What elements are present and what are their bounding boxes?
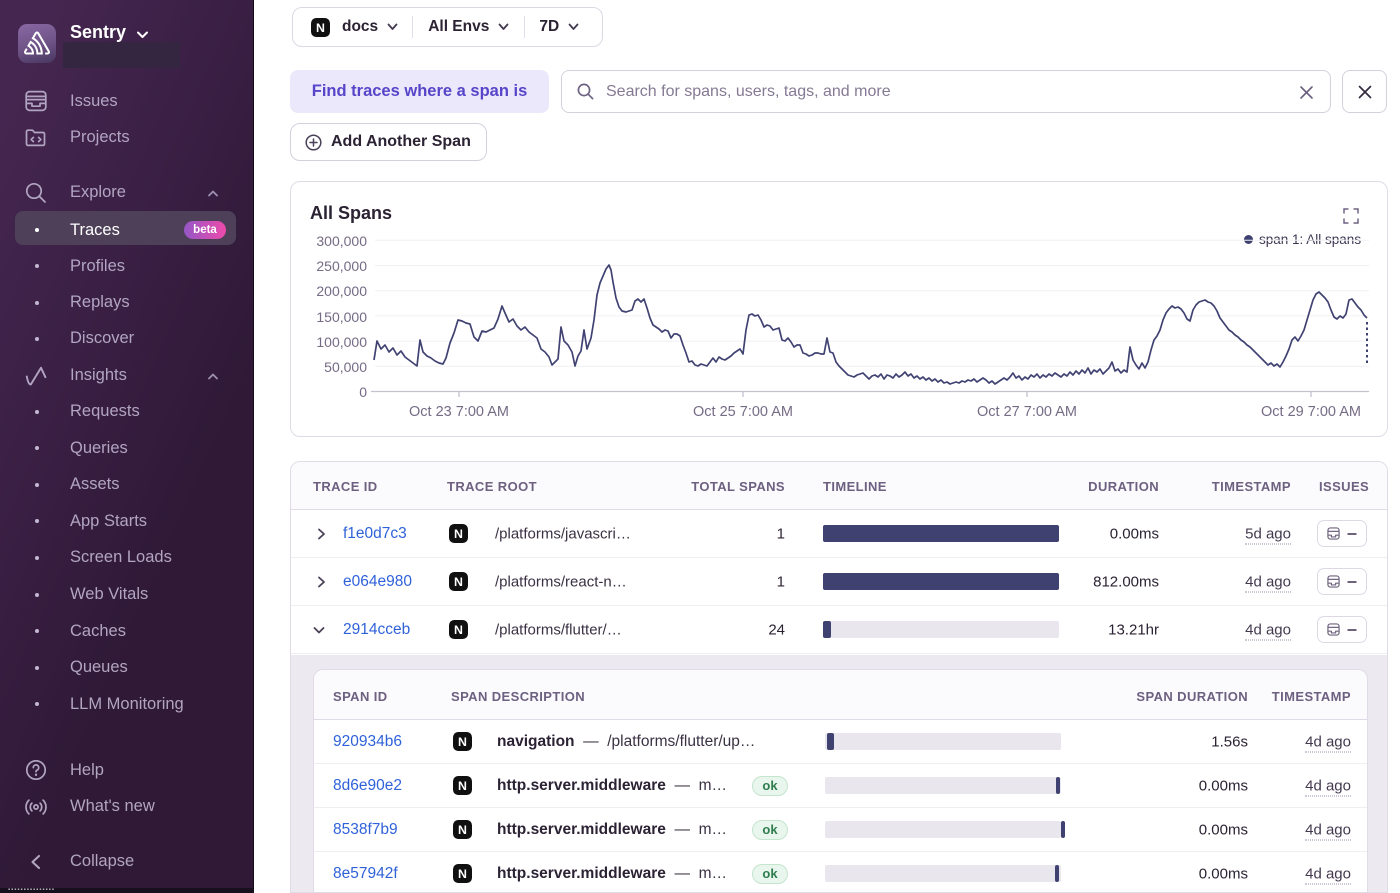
svg-text:N: N bbox=[458, 735, 467, 749]
svg-text:N: N bbox=[458, 867, 467, 881]
svg-text:N: N bbox=[454, 527, 463, 541]
svg-text:N: N bbox=[454, 623, 463, 637]
svg-text:N: N bbox=[458, 823, 467, 837]
svg-text:N: N bbox=[458, 779, 467, 793]
svg-text:N: N bbox=[316, 20, 325, 34]
svg-text:N: N bbox=[454, 575, 463, 589]
